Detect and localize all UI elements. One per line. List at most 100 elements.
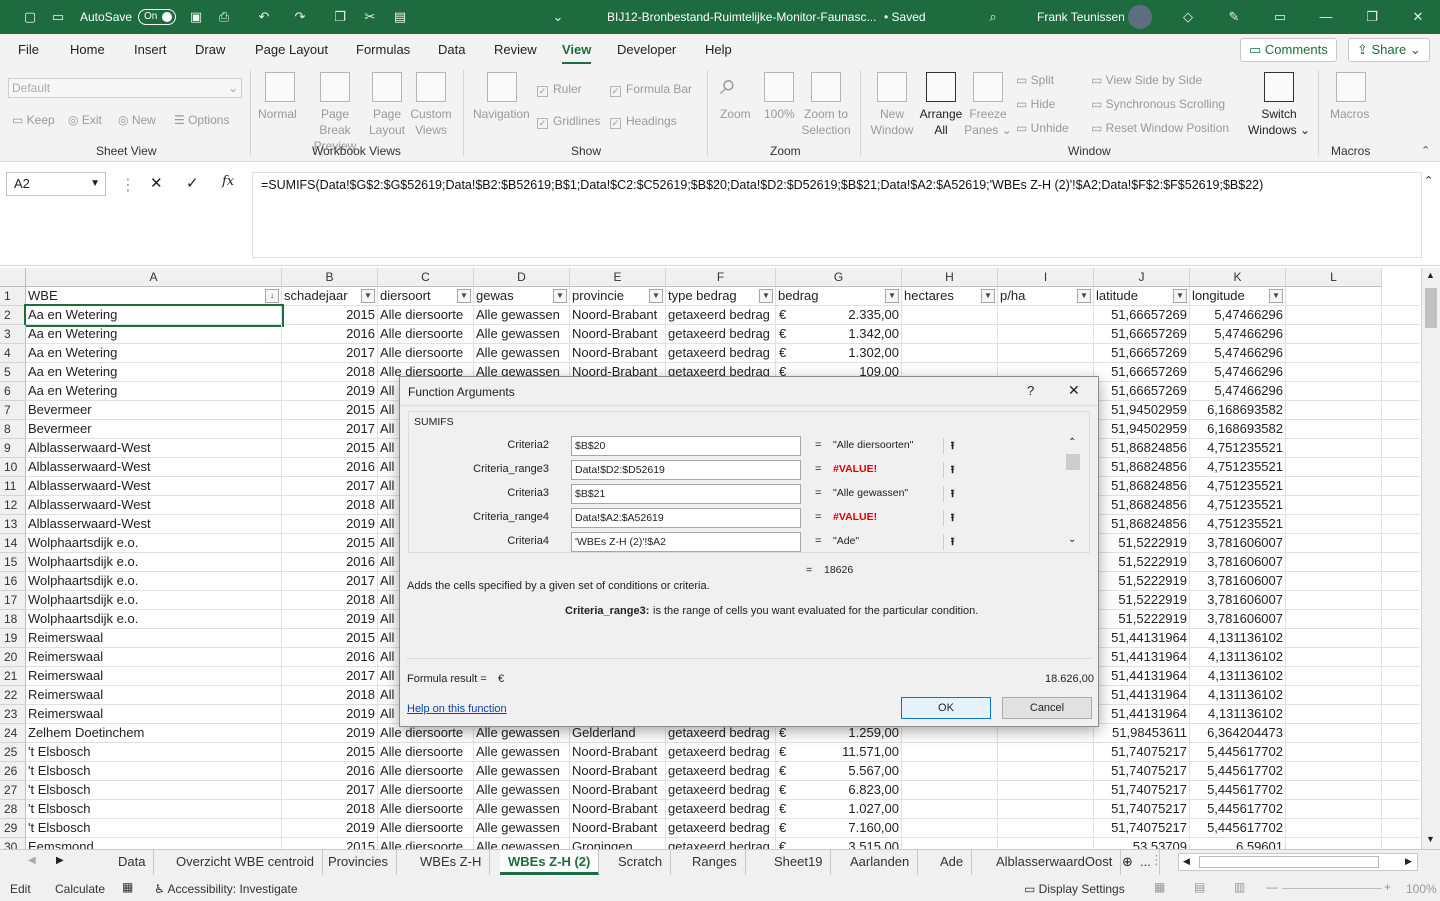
- cell[interactable]: 3,781606007: [1190, 591, 1286, 610]
- cell[interactable]: Aa en Wetering: [26, 325, 282, 344]
- cell[interactable]: 51,86824856: [1094, 515, 1190, 534]
- zoom-level[interactable]: 100%: [1406, 882, 1437, 896]
- cell[interactable]: €6.823,00: [776, 781, 902, 800]
- cell[interactable]: 2015: [282, 534, 378, 553]
- cell[interactable]: Alle gewassen: [474, 743, 570, 762]
- tab-developer[interactable]: Developer: [617, 42, 676, 57]
- tab-review[interactable]: Review: [494, 42, 537, 57]
- column-header[interactable]: I: [998, 268, 1094, 287]
- help-icon[interactable]: ?: [1027, 383, 1034, 398]
- cell[interactable]: 2019: [282, 382, 378, 401]
- zoom-100-label[interactable]: 100%: [764, 106, 795, 122]
- collapse-dialog-icon[interactable]: ⭱: [943, 462, 961, 478]
- cell[interactable]: [902, 838, 998, 849]
- macro-record-icon[interactable]: ▦: [122, 880, 133, 894]
- saved-status[interactable]: • Saved: [884, 10, 926, 24]
- cell[interactable]: 4,751235521: [1190, 515, 1286, 534]
- sheet-tab[interactable]: Sheet19: [766, 850, 832, 875]
- cell[interactable]: getaxeerd bedrag: [666, 344, 776, 363]
- cell[interactable]: getaxeerd bedrag: [666, 743, 776, 762]
- cell[interactable]: [1286, 363, 1382, 382]
- row-header[interactable]: 16: [0, 572, 26, 591]
- cell[interactable]: 2019: [282, 705, 378, 724]
- row-header[interactable]: 1: [0, 287, 26, 306]
- cell[interactable]: [902, 800, 998, 819]
- cell[interactable]: getaxeerd bedrag: [666, 819, 776, 838]
- cell[interactable]: 2015: [282, 439, 378, 458]
- cell[interactable]: Alblasserwaard-West: [26, 515, 282, 534]
- column-header[interactable]: L: [1286, 268, 1382, 287]
- options-button[interactable]: ☰ Options: [174, 112, 229, 128]
- tab-formulas[interactable]: Formulas: [356, 42, 410, 57]
- cell[interactable]: [902, 781, 998, 800]
- cell[interactable]: 2017: [282, 420, 378, 439]
- cell[interactable]: 4,751235521: [1190, 496, 1286, 515]
- arrange-all-icon[interactable]: [926, 72, 956, 102]
- comments-button[interactable]: ▭ Comments: [1240, 38, 1337, 62]
- arrange-all-label[interactable]: Arrange All: [917, 106, 965, 138]
- cell[interactable]: 51,44131964: [1094, 648, 1190, 667]
- argument-input[interactable]: 'WBEs Z-H (2)'!$A2 ⭱: [571, 532, 954, 552]
- tab-help[interactable]: Help: [705, 42, 732, 57]
- cell[interactable]: 51,5222919: [1094, 610, 1190, 629]
- cell[interactable]: 51,5222919: [1094, 553, 1190, 572]
- collapse-dialog-icon[interactable]: ⭱: [943, 510, 961, 526]
- zoom-selection-icon[interactable]: [811, 72, 841, 102]
- cell[interactable]: 5,445617702: [1190, 819, 1286, 838]
- formula-bar-checkbox[interactable]: ✓ Formula Bar: [610, 81, 692, 97]
- cancel-button[interactable]: Cancel: [1002, 697, 1092, 719]
- cell[interactable]: [1286, 439, 1382, 458]
- cell[interactable]: Alle gewassen: [474, 762, 570, 781]
- argument-input[interactable]: $B$21 ⭱: [571, 484, 954, 504]
- collapse-ribbon-icon[interactable]: ⌃: [1421, 144, 1430, 157]
- row-header[interactable]: 4: [0, 344, 26, 363]
- cell[interactable]: 3,781606007: [1190, 610, 1286, 629]
- cell[interactable]: 2019: [282, 724, 378, 743]
- cell[interactable]: Reimerswaal: [26, 686, 282, 705]
- cell[interactable]: Noord-Brabant: [570, 762, 666, 781]
- horizontal-scrollbar[interactable]: ◀ ▶: [1178, 853, 1418, 871]
- filter-dropdown-icon[interactable]: ▼: [457, 289, 471, 303]
- cell[interactable]: 51,74075217: [1094, 781, 1190, 800]
- cell[interactable]: 51,44131964: [1094, 667, 1190, 686]
- print-icon[interactable]: ⎙: [216, 9, 232, 25]
- close-icon[interactable]: ✕: [1068, 382, 1080, 399]
- cell[interactable]: 4,131136102: [1190, 667, 1286, 686]
- row-header[interactable]: 8: [0, 420, 26, 439]
- cancel-icon[interactable]: ✕: [150, 174, 163, 192]
- normal-view-label[interactable]: Normal: [258, 106, 297, 122]
- cell[interactable]: 5,47466296: [1190, 306, 1286, 325]
- row-header[interactable]: 29: [0, 819, 26, 838]
- cell[interactable]: 5,47466296: [1190, 382, 1286, 401]
- sheet-tab[interactable]: Provincies: [320, 850, 397, 875]
- tab-draw[interactable]: Draw: [195, 42, 225, 57]
- row-header[interactable]: 23: [0, 705, 26, 724]
- cell[interactable]: 2018: [282, 363, 378, 382]
- cell[interactable]: 4,131136102: [1190, 629, 1286, 648]
- filter-dropdown-icon[interactable]: ▼: [1077, 289, 1091, 303]
- cell[interactable]: €2.335,00: [776, 306, 902, 325]
- cell[interactable]: 51,44131964: [1094, 686, 1190, 705]
- column-title[interactable]: provincie ▼: [570, 287, 666, 306]
- page-break-icon[interactable]: [320, 72, 350, 102]
- cell[interactable]: Reimerswaal: [26, 648, 282, 667]
- column-header[interactable]: C: [378, 268, 474, 287]
- diamond-icon[interactable]: ◇: [1180, 9, 1196, 25]
- cell[interactable]: 3,781606007: [1190, 534, 1286, 553]
- cell[interactable]: 't Elsbosch: [26, 781, 282, 800]
- filter-dropdown-icon[interactable]: ▼: [553, 289, 567, 303]
- normal-view-icon[interactable]: [265, 72, 295, 102]
- row-header[interactable]: 5: [0, 363, 26, 382]
- sheet-tab[interactable]: Ranges: [684, 850, 746, 875]
- cell[interactable]: 51,86824856: [1094, 458, 1190, 477]
- filter-dropdown-icon[interactable]: ▼: [1269, 289, 1283, 303]
- cell[interactable]: 2018: [282, 496, 378, 515]
- split-button[interactable]: ▭ Split: [1016, 72, 1054, 88]
- cell[interactable]: 2016: [282, 648, 378, 667]
- row-header[interactable]: 11: [0, 477, 26, 496]
- cell[interactable]: [1286, 781, 1382, 800]
- cell[interactable]: 4,751235521: [1190, 477, 1286, 496]
- filter-dropdown-icon[interactable]: ▼: [981, 289, 995, 303]
- cell[interactable]: Alle gewassen: [474, 819, 570, 838]
- cell[interactable]: [998, 325, 1094, 344]
